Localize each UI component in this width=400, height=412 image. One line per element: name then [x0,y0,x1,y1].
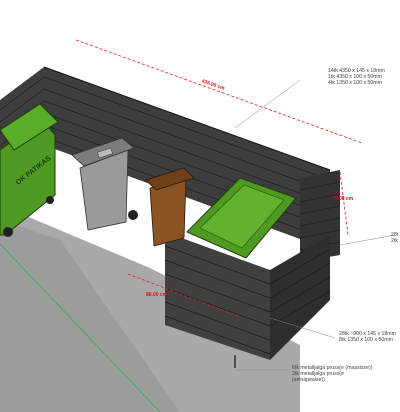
bin-enclosure-drawing: OK PATIKAS [0,39,396,412]
note-line: (seinäpealse)) [292,377,325,383]
right-materials-note: 28t 2tk [391,232,398,244]
note-line: 8tk 1350 x 100 x 50mm [339,337,393,343]
front-depth-label: 86.00 cm [146,292,168,298]
front-materials-note: 28tk ~900 x 145 x 18mm 8tk 1350 x 100 x … [339,331,396,343]
front-fence-side [270,235,330,360]
grey-bin [71,137,138,231]
green-container: OK PATIKAS [0,103,59,237]
top-materials-note: 14tk 4350 x 145 x 18mm 1tk 4350 x 100 x … [328,68,385,86]
scene: OK PATIKAS 435.00 cm 79.00 cm 86.00 cm 1… [0,0,400,412]
note-line: 2tk [391,238,398,244]
note-line: 4tk 1350 x 100 x 50mm [328,80,382,86]
brown-bin [145,167,195,247]
right-depth-label: 79.00 cm [332,196,354,202]
legs-note: 6tk metalljalga pruss(e (maasisse)) 2tk … [292,365,372,383]
